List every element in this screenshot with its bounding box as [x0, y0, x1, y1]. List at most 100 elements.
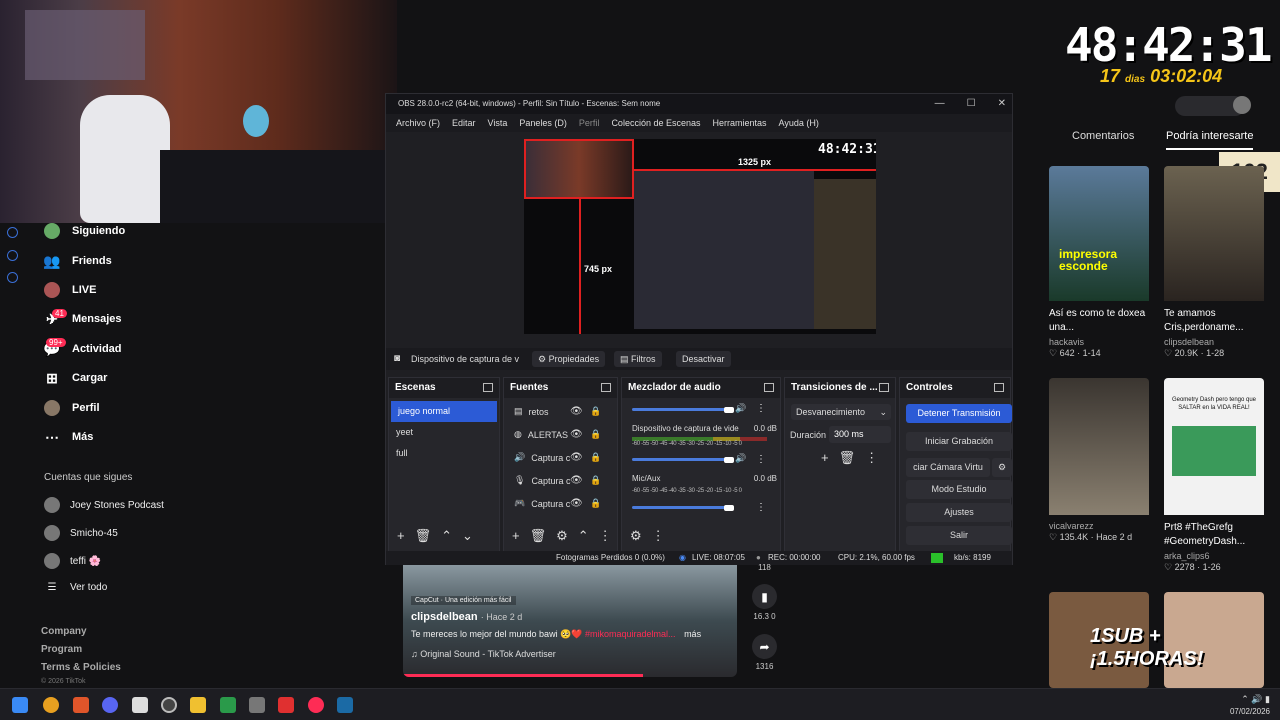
app-icon[interactable]	[249, 697, 265, 713]
speaker-icon[interactable]: 🔊	[735, 453, 746, 464]
opera-icon[interactable]	[308, 697, 324, 713]
trash-icon[interactable]: 🗑	[530, 528, 547, 544]
nav-item-mas[interactable]: ⋯ Más	[44, 429, 93, 445]
lock-icon[interactable]: 🔒	[590, 406, 601, 417]
volume-slider[interactable]	[632, 457, 734, 463]
visibility-icon[interactable]: 👁	[570, 498, 583, 509]
volume-slider[interactable]	[632, 407, 734, 413]
filters-button[interactable]: ▤ Filtros	[614, 351, 662, 367]
popout-icon[interactable]	[879, 383, 889, 392]
more-icon[interactable]: ⋮	[756, 502, 766, 513]
source-item[interactable]: ◍ ALERTAS 👁 🔒	[514, 429, 601, 440]
system-tray[interactable]: ⌃ 🔊 ▮ 07/02/2026	[1230, 693, 1270, 718]
video-card[interactable]: vicalvarezz ♡ 135.4K · Hace 2 d	[1049, 378, 1149, 543]
lock-icon[interactable]: 🔒	[590, 475, 601, 486]
stop-streaming-button[interactable]: Detener Transmisión	[906, 404, 1012, 423]
menu-vista[interactable]: Vista	[488, 114, 508, 132]
obs-preview[interactable]: 1325 px 745 px 48:42:31	[524, 139, 876, 334]
following-item[interactable]: Smicho-45	[44, 525, 118, 541]
menu-editar[interactable]: Editar	[452, 114, 476, 132]
more-icon[interactable]: ⋮	[652, 528, 665, 544]
visibility-icon[interactable]: 👁	[570, 429, 583, 440]
virtual-camera-button[interactable]: ciar Cámara Virtu	[906, 458, 990, 477]
scene-item[interactable]: full	[389, 443, 499, 464]
app-icon[interactable]	[278, 697, 294, 713]
add-icon[interactable]: +	[397, 528, 405, 544]
slider-knob[interactable]	[724, 505, 734, 511]
more-icon[interactable]: ⋮	[599, 528, 612, 544]
nav-item-friends[interactable]: 👥 Friends	[43, 253, 111, 269]
more-icon[interactable]: ⋮	[756, 403, 766, 414]
video-card[interactable]: Geometry Dash pero tengo que SALTAR en l…	[1164, 378, 1264, 573]
volume-slider[interactable]	[632, 505, 734, 511]
visibility-icon[interactable]: 👁	[570, 406, 583, 417]
footer-link[interactable]: Program	[41, 644, 82, 655]
store-icon[interactable]	[132, 697, 148, 713]
menu-herramientas[interactable]: Herramientas	[713, 114, 767, 132]
lock-icon[interactable]: 🔒	[590, 452, 601, 463]
more-icon[interactable]: ⋮	[756, 454, 766, 465]
scene-item[interactable]: yeet	[389, 422, 499, 443]
lock-icon[interactable]: 🔒	[590, 429, 601, 440]
video-card[interactable]: Te amamos Cris,perdoname... clipsdelbean…	[1164, 166, 1264, 359]
maximize-icon[interactable]: ☐	[967, 94, 976, 114]
deactivate-button[interactable]: Desactivar	[676, 351, 731, 367]
scene-item[interactable]: juego normal	[391, 401, 497, 422]
source-item[interactable]: 🎮 Captura c 👁 🔒	[514, 498, 601, 509]
visibility-icon[interactable]: 👁	[570, 475, 583, 486]
nav-item-siguiendo[interactable]: Siguiendo	[44, 223, 125, 239]
close-icon[interactable]: ✕	[998, 94, 1006, 114]
nav-item-live[interactable]: LIVE	[44, 282, 96, 298]
popout-icon[interactable]	[994, 383, 1004, 392]
video-author[interactable]: clipsdelbean · Hace 2 d	[411, 611, 731, 623]
exit-button[interactable]: Salir	[906, 526, 1012, 545]
steam-icon[interactable]	[337, 697, 353, 713]
bookmark-action[interactable]: ▮ 16.3 0	[752, 584, 777, 621]
down-icon[interactable]: ⌄	[462, 528, 473, 544]
gear-icon[interactable]: ⚙	[556, 528, 568, 544]
popout-icon[interactable]	[601, 383, 611, 392]
start-icon[interactable]	[12, 697, 28, 713]
app-icon[interactable]	[43, 697, 59, 713]
gamepad-icon[interactable]	[220, 697, 236, 713]
lock-icon[interactable]: 🔒	[590, 498, 601, 509]
slider-knob[interactable]	[724, 407, 734, 413]
tab-comentarios[interactable]: Comentarios	[1072, 130, 1134, 142]
menu-ayuda[interactable]: Ayuda (H)	[779, 114, 819, 132]
nav-item-cargar[interactable]: ⊞ Cargar	[44, 370, 107, 386]
video-progress[interactable]	[403, 674, 643, 677]
slider-knob[interactable]	[724, 457, 734, 463]
menu-paneles[interactable]: Paneles (D)	[519, 114, 567, 132]
share-action[interactable]: ➦ 1316	[752, 634, 777, 671]
nav-item-perfil[interactable]: Perfil	[44, 400, 100, 416]
clock-icon[interactable]	[7, 227, 18, 238]
studio-mode-button[interactable]: Modo Estudio	[906, 480, 1012, 499]
tab-podria-interesarte[interactable]: Podría interesarte	[1166, 130, 1254, 150]
menu-archivo[interactable]: Archivo (F)	[396, 114, 440, 132]
selected-source-bounds[interactable]	[524, 139, 634, 199]
avatar[interactable]	[1233, 96, 1251, 114]
up-icon[interactable]: ⌃	[578, 528, 589, 544]
more-icon[interactable]: ⋮	[865, 450, 878, 466]
discord-icon[interactable]	[102, 697, 118, 713]
add-icon[interactable]: +	[512, 528, 520, 544]
properties-button[interactable]: ⚙ Propiedades	[532, 351, 606, 367]
source-item[interactable]: 🎙 Captura c 👁 🔒	[514, 475, 601, 486]
add-icon[interactable]: +	[821, 450, 829, 466]
footer-link[interactable]: Terms & Policies	[41, 662, 121, 673]
trash-icon[interactable]: 🗑	[839, 450, 856, 466]
obs-icon[interactable]	[161, 697, 177, 713]
advanced-audio-icon[interactable]: ⚙	[630, 528, 642, 544]
minimize-icon[interactable]: —	[935, 94, 945, 114]
like-action[interactable]: 118	[752, 563, 777, 572]
settings-button[interactable]: Ajustes	[906, 503, 1012, 522]
footer-link[interactable]: Company	[41, 626, 87, 637]
popout-icon[interactable]	[764, 383, 774, 392]
folder-icon[interactable]	[190, 697, 206, 713]
transition-select[interactable]: Desvanecimiento ⌄	[791, 404, 891, 420]
menu-perfil[interactable]: Perfil	[579, 114, 600, 132]
following-item[interactable]: Joey Stones Podcast	[44, 497, 164, 513]
tiktok-video[interactable]: CapCut · Una edición más fácil clipsdelb…	[403, 565, 737, 677]
speaker-icon[interactable]: 🔊	[735, 403, 746, 414]
duration-input[interactable]: 300 ms	[829, 426, 891, 443]
